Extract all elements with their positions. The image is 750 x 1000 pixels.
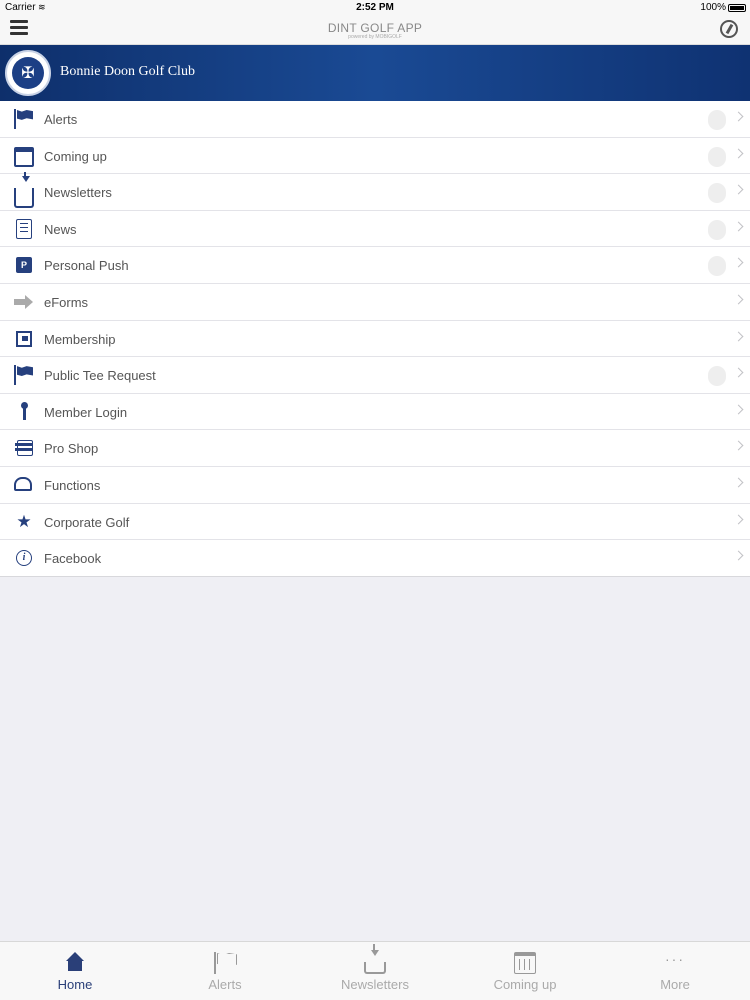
- tab-alerts[interactable]: Alerts: [150, 942, 300, 1000]
- chef-hat-icon: [14, 476, 32, 491]
- arrow-right-icon: [14, 292, 34, 312]
- chevron-right-icon: [733, 257, 744, 268]
- tab-label: More: [660, 977, 690, 992]
- card-icon: [14, 438, 34, 458]
- menu-item-pro-shop[interactable]: Pro Shop: [0, 430, 750, 467]
- nav-bar: DINT GOLF APP powered by MOBIGOLF: [0, 16, 750, 45]
- menu-item-coming-up[interactable]: Coming up: [0, 138, 750, 175]
- calendar-icon: [14, 146, 34, 167]
- menu-item-label: Corporate Golf: [44, 514, 130, 530]
- menu-item-label: Member Login: [44, 404, 128, 420]
- chevron-right-icon: [733, 331, 744, 342]
- flag-icon: [14, 365, 34, 386]
- document-icon: [16, 218, 32, 239]
- menu-item-newsletters[interactable]: Newsletters: [0, 172, 750, 211]
- menu-item-alerts[interactable]: Alerts: [0, 101, 750, 138]
- chevron-right-icon: [733, 440, 744, 451]
- chevron-right-icon: [733, 550, 744, 561]
- inbox-download-icon: [364, 944, 386, 974]
- app-title: DINT GOLF APP: [327, 21, 423, 35]
- menu-item-personal-push[interactable]: P Personal Push: [0, 247, 750, 284]
- menu-item-label: Pro Shop: [44, 441, 99, 457]
- tab-label: Alerts: [208, 977, 242, 992]
- info-icon: i: [16, 550, 32, 567]
- menu-item-label: Newsletters: [44, 185, 112, 201]
- menu-item-label: eForms: [44, 294, 89, 310]
- menu-item-label: Alerts: [44, 112, 78, 127]
- menu-item-label: Coming up: [44, 148, 107, 164]
- app-subtitle: powered by MOBIGOLF: [348, 34, 402, 40]
- menu-item-label: Facebook: [44, 551, 102, 567]
- menu-list: Alerts Coming up Newsletters News P Pers…: [0, 101, 750, 577]
- menu-item-functions[interactable]: Functions: [0, 467, 750, 504]
- menu-item-news[interactable]: News: [0, 211, 750, 248]
- status-bar: Carrier ≋ 2:52 PM 100%: [0, 0, 750, 16]
- notification-toggle[interactable]: [708, 183, 726, 204]
- chevron-right-icon: [733, 148, 744, 159]
- battery-percent: 100%: [700, 2, 726, 13]
- notification-toggle[interactable]: [708, 366, 726, 387]
- chevron-right-icon: [733, 404, 744, 415]
- menu-item-member-login[interactable]: Member Login: [0, 394, 750, 431]
- menu-item-label: Personal Push: [44, 258, 129, 274]
- club-name: Bonnie Doon Golf Club: [60, 64, 195, 79]
- tab-label: Coming up: [493, 977, 557, 992]
- menu-item-membership[interactable]: Membership: [0, 321, 750, 358]
- club-crest-logo: [5, 50, 51, 96]
- club-header: Bonnie Doon Golf Club: [0, 45, 750, 101]
- notification-toggle[interactable]: [708, 219, 726, 240]
- menu-item-eforms[interactable]: eForms: [0, 284, 750, 321]
- chevron-right-icon: [733, 477, 744, 488]
- star-icon: ★: [16, 511, 32, 531]
- menu-item-corporate-golf[interactable]: ★ Corporate Golf: [0, 504, 750, 541]
- chevron-right-icon: [733, 367, 744, 378]
- chevron-right-icon: [733, 514, 744, 524]
- menu-item-facebook[interactable]: i Facebook: [0, 540, 750, 577]
- flag-icon: [14, 109, 34, 129]
- menu-item-label: Membership: [44, 331, 116, 347]
- notification-toggle[interactable]: [708, 256, 726, 277]
- calendar-icon: [514, 952, 536, 974]
- tab-bar: Home Alerts Newsletters Coming up ··· Mo…: [0, 941, 750, 1000]
- more-dots-icon: ···: [665, 951, 685, 967]
- menu-item-label: Public Tee Request: [44, 368, 156, 384]
- status-time: 2:52 PM: [356, 2, 394, 13]
- refresh-icon[interactable]: [720, 20, 738, 38]
- chevron-right-icon: [733, 294, 744, 305]
- battery-icon: [728, 4, 746, 12]
- inbox-download-icon: [14, 172, 34, 209]
- pp-icon: P: [16, 257, 32, 274]
- tab-newsletters[interactable]: Newsletters: [300, 942, 450, 1000]
- menu-item-public-tee-request[interactable]: Public Tee Request: [0, 357, 750, 394]
- flag-icon: [214, 952, 236, 974]
- tab-label: Home: [57, 977, 93, 992]
- chevron-right-icon: [733, 111, 744, 122]
- chevron-right-icon: [733, 184, 744, 195]
- tab-home[interactable]: Home: [0, 942, 150, 1000]
- notification-toggle[interactable]: [708, 110, 726, 130]
- chevron-right-icon: [733, 221, 744, 232]
- membership-icon: [16, 330, 32, 347]
- tab-more[interactable]: ··· More: [600, 942, 750, 1000]
- tab-coming-up[interactable]: Coming up: [450, 942, 600, 1000]
- key-icon: [14, 401, 34, 422]
- menu-item-label: News: [44, 221, 77, 237]
- tab-label: Newsletters: [341, 977, 409, 992]
- menu-item-label: Functions: [44, 477, 101, 493]
- notification-toggle[interactable]: [708, 146, 726, 167]
- home-icon: [64, 952, 86, 974]
